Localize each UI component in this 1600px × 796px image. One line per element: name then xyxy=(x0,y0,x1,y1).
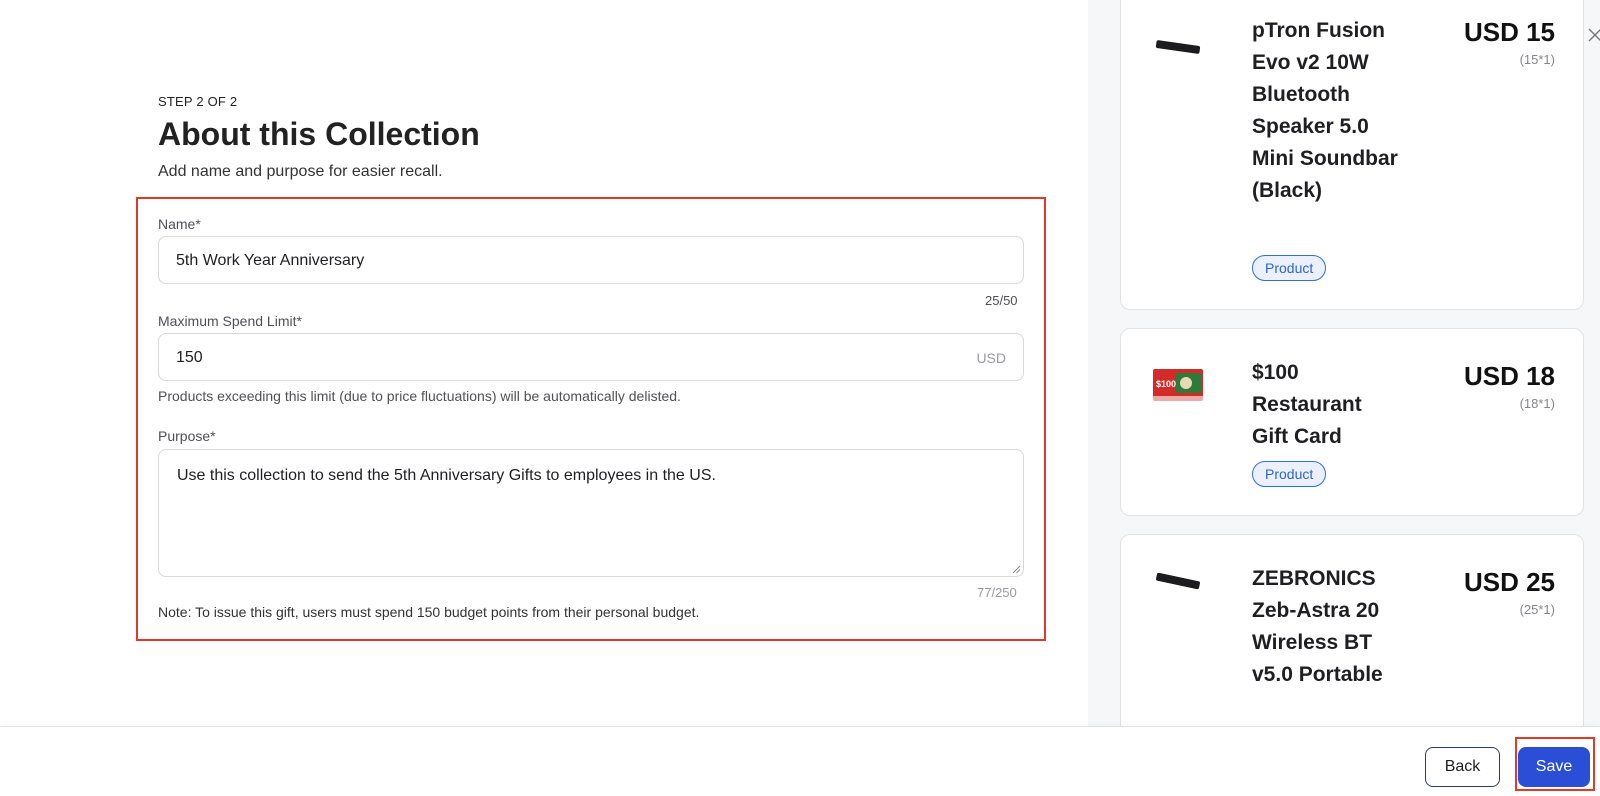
product-name: $100 Restaurant Gift Card xyxy=(1252,361,1362,448)
selected-products-panel: pTron Fusion Evo v2 10W Bluetooth Speake… xyxy=(1088,0,1600,726)
product-card: $100 $100 Restaurant Gift Card USD 18 (1… xyxy=(1120,328,1584,516)
product-type-badge: Product xyxy=(1252,461,1327,487)
name-field[interactable]: 5th Work Year Anniversary xyxy=(158,236,1024,284)
name-char-counter: 25/50 xyxy=(985,293,1018,308)
purpose-label: Purpose* xyxy=(158,428,216,444)
footer-action-bar: Back Save xyxy=(0,726,1600,796)
name-field-value: 5th Work Year Anniversary xyxy=(176,252,365,269)
close-icon[interactable] xyxy=(1588,28,1600,42)
name-label: Name* xyxy=(158,216,201,232)
page-subtitle: Add name and purpose for easier recall. xyxy=(158,163,443,180)
spend-limit-help: Products exceeding this limit (due to pr… xyxy=(158,388,681,404)
soundbar-image xyxy=(1156,572,1200,590)
product-name: ZEBRONICS Zeb-Astra 20 Wireless BT v5.0 … xyxy=(1252,567,1383,686)
purpose-value: Use this collection to send the 5th Anni… xyxy=(177,467,716,484)
page-title: About this Collection xyxy=(158,116,480,152)
back-button[interactable]: Back xyxy=(1425,747,1500,787)
resize-grip-icon[interactable] xyxy=(1011,564,1021,574)
product-card: ZEBRONICS Zeb-Astra 20 Wireless BT v5.0 … xyxy=(1120,534,1584,726)
soundbar-image xyxy=(1155,40,1201,54)
product-price-calc: (25*1) xyxy=(1519,602,1555,617)
budget-note: Note: To issue this gift, users must spe… xyxy=(158,604,700,620)
product-price-calc: (18*1) xyxy=(1519,396,1555,411)
gift-card-image: $100 xyxy=(1153,369,1203,401)
gift-card-thumb-text: $100 xyxy=(1156,379,1176,389)
spend-limit-label: Maximum Spend Limit* xyxy=(158,313,302,329)
purpose-textarea[interactable]: Use this collection to send the 5th Anni… xyxy=(158,449,1024,577)
product-price: USD 15 xyxy=(1463,17,1555,47)
save-button[interactable]: Save xyxy=(1518,747,1590,787)
collection-form-pane: STEP 2 OF 2 About this Collection Add na… xyxy=(0,0,1088,726)
product-price: USD 18 xyxy=(1463,361,1555,391)
step-indicator: STEP 2 OF 2 xyxy=(158,94,238,109)
product-name: pTron Fusion Evo v2 10W Bluetooth Speake… xyxy=(1252,19,1398,202)
spend-limit-value: 150 xyxy=(176,349,203,366)
spend-limit-field[interactable]: 150 USD xyxy=(158,333,1024,381)
purpose-char-counter: 77/250 xyxy=(977,585,1017,600)
product-price-calc: (15*1) xyxy=(1519,52,1555,67)
product-card: pTron Fusion Evo v2 10W Bluetooth Speake… xyxy=(1120,0,1584,310)
product-type-badge: Product xyxy=(1252,255,1327,281)
product-price: USD 25 xyxy=(1463,567,1555,597)
currency-suffix: USD xyxy=(976,350,1006,366)
